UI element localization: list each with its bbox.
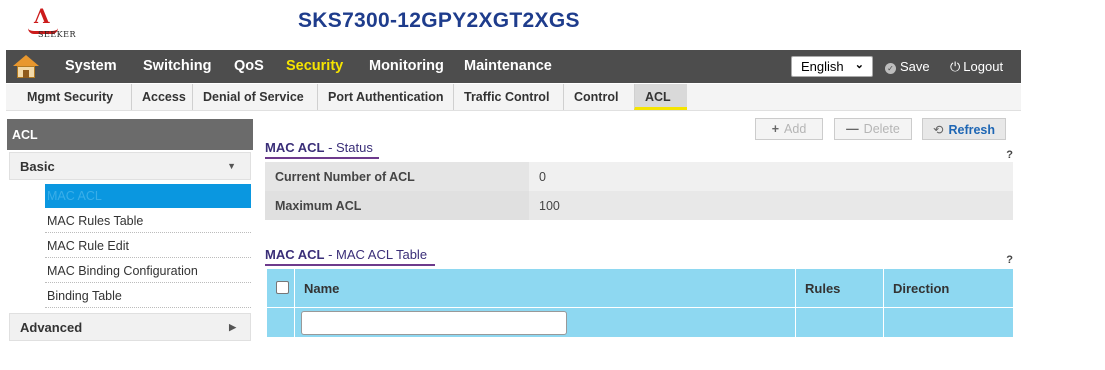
sidebar-item-mac-rule-edit[interactable]: MAC Rule Edit — [45, 234, 251, 258]
sidebar-group-basic[interactable]: Basic ▼ — [9, 152, 251, 180]
logo-text: SEEKER — [38, 30, 76, 39]
column-header-direction[interactable]: Direction — [893, 281, 949, 296]
tab-traffic-control[interactable]: Traffic Control — [453, 84, 549, 110]
save-button[interactable]: ✓ Save — [885, 59, 930, 74]
sidebar-item-mac-acl[interactable]: MAC ACL — [45, 184, 251, 208]
column-header-rules[interactable]: Rules — [805, 281, 840, 296]
nav-monitoring[interactable]: Monitoring — [369, 58, 444, 74]
brand-logo: Λ SEEKER — [28, 6, 88, 40]
logo-mark: Λ — [34, 4, 50, 28]
status-row: Current Number of ACL 0 — [265, 162, 1013, 191]
logout-button[interactable]: ⏻ Logout — [950, 59, 1003, 75]
status-value: 100 — [529, 191, 1013, 220]
delete-button[interactable]: — Delete — [834, 118, 912, 140]
add-label: Add — [784, 122, 807, 136]
table-header-row: Name Rules Direction — [267, 269, 1013, 307]
chevron-down-icon: ⌄ — [854, 59, 864, 71]
table-row — [267, 307, 1013, 337]
nav-qos[interactable]: QoS — [234, 58, 264, 74]
status-help-icon[interactable]: ? — [1006, 149, 1013, 161]
table-title-bold: MAC ACL — [265, 247, 325, 262]
sidebar-title: ACL — [7, 119, 253, 150]
refresh-label: Refresh — [948, 123, 996, 137]
sidebar-item-mac-rules-table[interactable]: MAC Rules Table — [45, 209, 251, 233]
sidebar-item-label: MAC Rules Table — [47, 214, 144, 228]
tab-port-authentication[interactable]: Port Authentication — [317, 84, 444, 110]
table-title-rest: - MAC ACL Table — [324, 247, 428, 262]
select-all-checkbox[interactable] — [276, 281, 289, 294]
logout-label: Logout — [963, 59, 1004, 74]
status-key: Current Number of ACL — [265, 162, 529, 191]
new-acl-name-input[interactable] — [301, 311, 567, 335]
tab-mgmt-security[interactable]: Mgmt Security — [27, 84, 113, 110]
status-title-rest: - Status — [324, 140, 373, 155]
status-row: Maximum ACL 100 — [265, 191, 1013, 220]
sidebar-item-mac-binding-configuration[interactable]: MAC Binding Configuration — [45, 259, 251, 283]
sidebar: ACL Basic ▼ MAC ACL MAC Rules Table MAC … — [7, 119, 253, 344]
home-icon[interactable] — [12, 53, 40, 80]
status-table: Current Number of ACL 0 Maximum ACL 100 — [265, 162, 1013, 220]
tab-control[interactable]: Control — [563, 84, 618, 110]
sidebar-item-label: MAC ACL — [47, 189, 102, 203]
nav-security[interactable]: Security — [286, 58, 343, 74]
table-help-icon[interactable]: ? — [1006, 254, 1013, 266]
column-header-name[interactable]: Name — [304, 281, 339, 296]
sidebar-group-label: Basic — [20, 159, 55, 174]
title-underline — [265, 264, 435, 266]
status-key: Maximum ACL — [265, 191, 529, 220]
sidebar-item-binding-table[interactable]: Binding Table — [45, 284, 251, 308]
main-content: + Add — Delete ⟲ Refresh MAC ACL - Status ?… — [265, 118, 1015, 348]
page-header: Λ SEEKER SKS7300-12GPY2XGT2XGS — [0, 0, 1105, 44]
sidebar-group-label: Advanced — [20, 320, 83, 335]
mac-acl-table: Name Rules Direction — [267, 269, 1013, 337]
status-value: 0 — [529, 162, 1013, 191]
table-section-title: MAC ACL - MAC ACL Table — [265, 247, 435, 266]
sidebar-item-label: MAC Binding Configuration — [47, 264, 198, 278]
add-button[interactable]: + Add — [755, 118, 823, 140]
tab-access[interactable]: Access — [131, 84, 186, 110]
status-section-title: MAC ACL - Status — [265, 140, 379, 159]
sidebar-item-label: MAC Rule Edit — [47, 239, 129, 253]
check-icon: ✓ — [885, 63, 896, 74]
sidebar-item-label: Binding Table — [47, 289, 122, 303]
security-subnav: Mgmt Security Access Denial of Service P… — [6, 84, 1021, 111]
nav-switching[interactable]: Switching — [143, 58, 211, 74]
tab-denial-of-service[interactable]: Denial of Service — [192, 84, 304, 110]
caret-right-icon: ▶ — [229, 322, 236, 332]
power-icon: ⏻ — [950, 59, 961, 74]
language-select-value: English — [801, 59, 844, 74]
caret-down-icon: ▼ — [227, 161, 236, 171]
main-nav: System Switching QoS Security Monitoring… — [6, 50, 1021, 83]
refresh-button[interactable]: ⟲ Refresh — [922, 118, 1006, 140]
sidebar-group-advanced[interactable]: Advanced ▶ — [9, 313, 251, 341]
nav-maintenance[interactable]: Maintenance — [464, 58, 552, 74]
minus-icon: — — [846, 122, 859, 136]
refresh-icon: ⟲ — [932, 123, 944, 137]
tab-acl[interactable]: ACL — [634, 84, 687, 110]
save-label: Save — [900, 59, 930, 74]
language-select[interactable]: English ⌄ — [791, 56, 873, 77]
status-title-bold: MAC ACL — [265, 140, 325, 155]
plus-icon: + — [771, 122, 780, 136]
device-model-title: SKS7300-12GPY2XGT2XGS — [298, 9, 580, 32]
delete-label: Delete — [863, 122, 900, 136]
nav-system[interactable]: System — [65, 58, 117, 74]
title-underline — [265, 157, 379, 159]
